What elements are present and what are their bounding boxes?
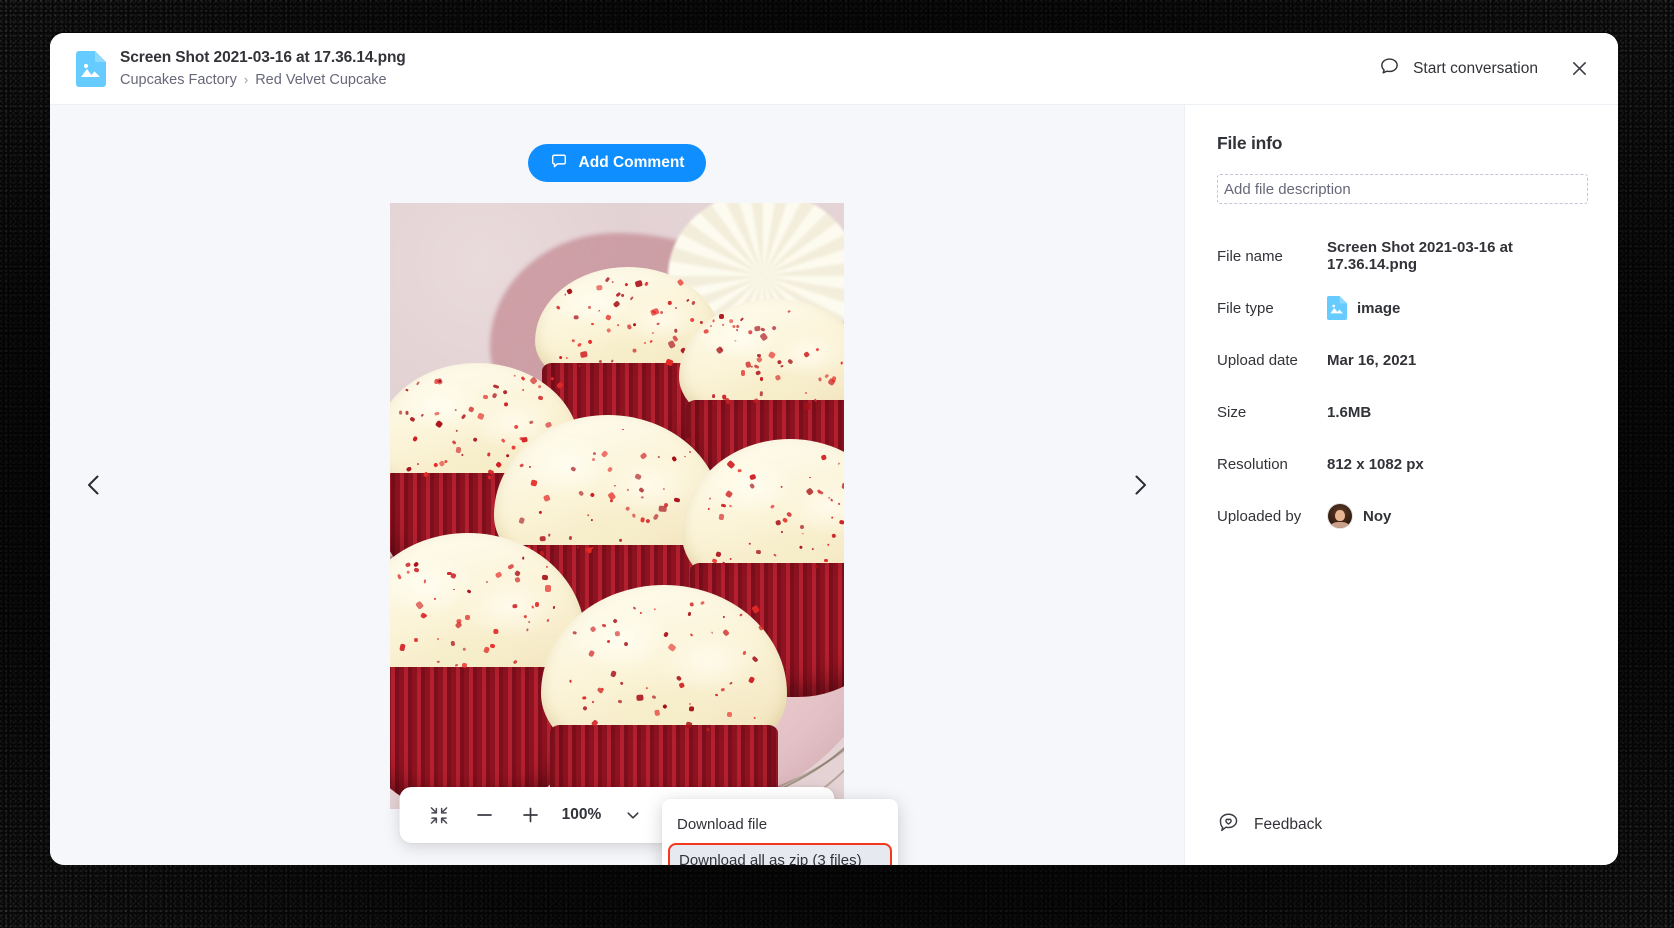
chevron-down-icon[interactable]	[612, 794, 654, 836]
file-preview-modal: Screen Shot 2021-03-16 at 17.36.14.png C…	[50, 33, 1618, 865]
zoom-level-value[interactable]: 100%	[556, 806, 608, 824]
avatar[interactable]	[1327, 503, 1353, 529]
chevron-left-icon[interactable]	[72, 463, 116, 507]
info-label: File type	[1217, 299, 1274, 317]
feedback-button[interactable]: Feedback	[1217, 811, 1588, 839]
info-row-file-type: File type image	[1217, 282, 1588, 334]
file-info-title: File info	[1217, 133, 1283, 153]
info-label: Upload date	[1217, 351, 1298, 369]
start-conversation-button[interactable]: Start conversation	[1379, 56, 1538, 82]
header-actions: Start conversation	[1379, 54, 1594, 84]
download-dropdown-menu: Download file Download all as zip (3 fil…	[662, 799, 898, 865]
header-file-identity: Screen Shot 2021-03-16 at 17.36.14.png C…	[76, 49, 406, 89]
page-title: Screen Shot 2021-03-16 at 17.36.14.png	[120, 48, 406, 66]
breadcrumb-item-workspace[interactable]: Cupcakes Factory	[120, 71, 237, 89]
image-file-icon	[1327, 296, 1347, 320]
add-comment-label: Add Comment	[578, 154, 685, 171]
info-row-resolution: Resolution 812 x 1082 px	[1217, 438, 1588, 490]
chevron-right-icon[interactable]	[1118, 463, 1162, 507]
info-row-file-name: File name Screen Shot 2021-03-16 at 17.3…	[1217, 230, 1588, 282]
file-info-sidebar: File info Add file description File name…	[1184, 105, 1618, 865]
feedback-label: Feedback	[1254, 816, 1323, 833]
start-conversation-label: Start conversation	[1413, 59, 1538, 77]
zoom-out-button[interactable]	[464, 794, 506, 836]
speech-bubble-icon	[1379, 56, 1400, 82]
modal-header: Screen Shot 2021-03-16 at 17.36.14.png C…	[50, 33, 1618, 105]
info-value-file-type: image	[1327, 296, 1400, 320]
breadcrumb-item-board[interactable]: Red Velvet Cupcake	[255, 71, 386, 89]
uploader-name: Noy	[1363, 507, 1392, 525]
file-type-label: image	[1357, 299, 1401, 317]
info-value-upload-date: Mar 16, 2021	[1327, 351, 1417, 369]
info-label: Uploaded by	[1217, 507, 1302, 525]
download-file-menu-item[interactable]: Download file	[662, 807, 898, 841]
info-row-uploaded-by: Uploaded by Noy	[1217, 490, 1588, 542]
modal-body: Add Comment Download file Download all a…	[50, 105, 1618, 865]
file-info-list: File name Screen Shot 2021-03-16 at 17.3…	[1217, 230, 1588, 542]
close-icon[interactable]	[1564, 54, 1594, 84]
breadcrumb-separator-icon: ›	[243, 71, 249, 87]
comment-icon	[550, 152, 568, 175]
info-row-upload-date: Upload date Mar 16, 2021	[1217, 334, 1588, 386]
info-value-size: 1.6MB	[1327, 403, 1372, 421]
download-all-as-zip-menu-item[interactable]: Download all as zip (3 files)	[668, 843, 892, 865]
add-comment-button[interactable]: Add Comment	[527, 144, 707, 182]
feedback-heart-bubble-icon	[1217, 811, 1240, 839]
info-value-resolution: 812 x 1082 px	[1327, 455, 1424, 473]
info-value-file-name: Screen Shot 2021-03-16 at 17.36.14.png	[1327, 239, 1513, 273]
info-value-uploaded-by: Noy	[1327, 503, 1391, 529]
zoom-in-button[interactable]	[510, 794, 552, 836]
info-label: Size	[1217, 403, 1247, 421]
preview-image[interactable]	[390, 203, 844, 809]
breadcrumb: Cupcakes Factory › Red Velvet Cupcake	[120, 71, 406, 89]
info-label: Resolution	[1217, 455, 1288, 473]
image-file-icon	[76, 50, 106, 87]
info-row-size: Size 1.6MB	[1217, 386, 1588, 438]
fit-to-screen-icon[interactable]	[418, 794, 460, 836]
image-viewer: Add Comment Download file Download all a…	[50, 105, 1184, 865]
file-description-input[interactable]: Add file description	[1217, 174, 1588, 204]
info-label: File name	[1217, 247, 1283, 265]
